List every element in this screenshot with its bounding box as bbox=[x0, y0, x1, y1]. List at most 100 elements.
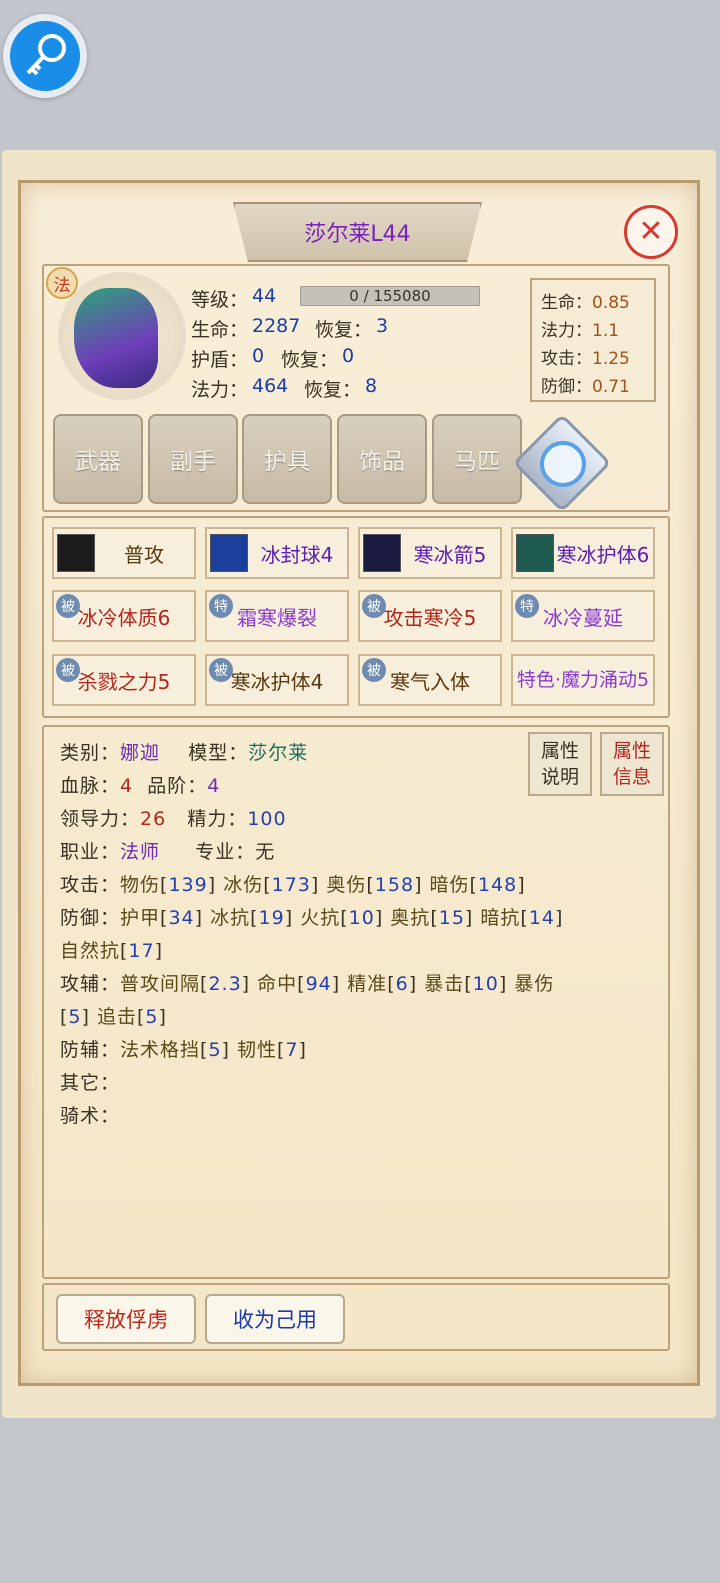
equip-slot-armor[interactable]: 护具 bbox=[242, 414, 332, 504]
attr-item: [5] bbox=[60, 1006, 90, 1028]
attr-item: 自然抗[17] bbox=[60, 940, 164, 962]
defense-line: 防御：护甲[34] 冰抗[19] 火抗[10] 奥抗[15] 暗抗[14] bbox=[60, 907, 564, 929]
floating-search-button[interactable] bbox=[3, 14, 87, 98]
growth-row: 生命：0.85 bbox=[541, 293, 630, 313]
attr-info-button[interactable]: 属性信息 bbox=[600, 732, 664, 796]
level-value: 44 bbox=[252, 285, 277, 307]
attr-item: 护甲[34] bbox=[120, 907, 204, 929]
attack-line: 攻击：物伤[139] 冰伤[173] 奥伤[158] 暗伤[148] bbox=[60, 874, 526, 896]
attr-item: 精准[6] bbox=[347, 973, 418, 995]
rank-emblem-center bbox=[540, 441, 586, 487]
attr-item: 韧性[7] bbox=[237, 1039, 307, 1061]
skill-slot[interactable]: 寒冰箭5 bbox=[358, 527, 502, 579]
attr-item: 冰伤[173] bbox=[223, 874, 320, 896]
skill-slot[interactable]: 被攻击寒冷5 bbox=[358, 590, 502, 642]
attr-item: 暗伤[148] bbox=[429, 874, 526, 896]
hp-regen-label: 恢复： bbox=[315, 319, 373, 341]
attr-item: 物伤[139] bbox=[120, 874, 217, 896]
skill-label: 霜寒爆裂 bbox=[237, 605, 317, 630]
magnifier-key-icon bbox=[26, 34, 66, 76]
equip-slot-offhand[interactable]: 副手 bbox=[148, 414, 238, 504]
defense-line-2: 自然抗[17] bbox=[60, 936, 163, 963]
skill-label: 寒冰护体6 bbox=[556, 542, 650, 567]
skill-slot[interactable]: 特色·魔力涌动5 bbox=[511, 654, 655, 706]
skill-slot[interactable]: 寒冰护体6 bbox=[511, 527, 655, 579]
attack-aux-line-2: [5] 追击[5] bbox=[60, 1002, 167, 1029]
skill-type-badge: 被 bbox=[56, 594, 80, 618]
attr-item: 普攻间隔[2.3] bbox=[120, 973, 251, 995]
skill-label: 普攻 bbox=[124, 542, 164, 567]
shield-label: 护盾： bbox=[191, 349, 249, 371]
attr-item: 奥抗[15] bbox=[390, 907, 474, 929]
skill-slot[interactable]: 被冰冷体质6 bbox=[52, 590, 196, 642]
skill-label: 特色·魔力涌动5 bbox=[516, 669, 650, 691]
riding-line: 骑术： bbox=[60, 1105, 121, 1127]
skill-slot[interactable]: 特霜寒爆裂 bbox=[205, 590, 349, 642]
skill-slot[interactable]: 被杀戮之力5 bbox=[52, 654, 196, 706]
growth-row: 攻击：1.25 bbox=[541, 349, 630, 369]
attr-item: 暴伤 bbox=[514, 973, 555, 995]
equip-slot-weapon[interactable]: 武器 bbox=[53, 414, 143, 504]
growth-row: 法力：1.1 bbox=[541, 321, 620, 341]
skill-slot[interactable]: 被寒气入体 bbox=[358, 654, 502, 706]
mp-regen-label: 恢复： bbox=[304, 379, 362, 401]
skill-label: 寒气入体 bbox=[390, 669, 470, 694]
skill-label: 冰封球4 bbox=[260, 542, 334, 567]
skill-label: 寒冰箭5 bbox=[413, 542, 487, 567]
defense-aux-line: 防辅：法术格挡[5] 韧性[7] bbox=[60, 1039, 307, 1061]
skill-type-badge: 被 bbox=[362, 658, 386, 682]
attr-item: 奥伤[158] bbox=[326, 874, 423, 896]
hp-value: 2287 bbox=[252, 315, 301, 337]
hp-regen-value: 3 bbox=[376, 315, 389, 337]
ice-armor-icon bbox=[516, 534, 554, 572]
other-line: 其它： bbox=[60, 1072, 121, 1094]
skill-label: 寒冰护体4 bbox=[230, 669, 324, 694]
skill-type-badge: 特 bbox=[515, 594, 539, 618]
recruit-button[interactable]: 收为己用 bbox=[205, 1294, 345, 1344]
skill-label: 杀戮之力5 bbox=[77, 669, 171, 694]
exp-bar: 0 / 155080 bbox=[300, 286, 480, 306]
skill-slot[interactable]: 被寒冰护体4 bbox=[205, 654, 349, 706]
attr-item: 追击[5] bbox=[96, 1006, 167, 1028]
skill-slot[interactable]: 特冰冷蔓延 bbox=[511, 590, 655, 642]
ice-arrow-icon bbox=[363, 534, 401, 572]
exp-text: 0 / 155080 bbox=[349, 287, 431, 305]
sword-icon bbox=[57, 534, 95, 572]
skill-type-badge: 被 bbox=[362, 594, 386, 618]
skill-label: 冰冷体质6 bbox=[77, 605, 171, 630]
mp-value: 464 bbox=[252, 375, 289, 397]
attack-aux-line: 攻辅：普攻间隔[2.3] 命中[94] 精准[6] 暴击[10] 暴伤 bbox=[60, 973, 555, 995]
shield-regen-value: 0 bbox=[342, 345, 355, 367]
shield-regen-label: 恢复： bbox=[281, 349, 339, 371]
skill-label: 攻击寒冷5 bbox=[383, 605, 477, 630]
attr-item: 命中[94] bbox=[257, 973, 341, 995]
attr-item: 法术格挡[5] bbox=[120, 1039, 230, 1061]
dim-overlay bbox=[0, 0, 720, 150]
type-model-line: 类别：娜迦 模型：莎尔莱 bbox=[60, 742, 309, 764]
release-prisoner-button[interactable]: 释放俘虏 bbox=[56, 1294, 196, 1344]
attr-item: 火抗[10] bbox=[300, 907, 384, 929]
skill-slot[interactable]: 普攻 bbox=[52, 527, 196, 579]
skill-type-badge: 特 bbox=[209, 594, 233, 618]
blood-grade-line: 血脉：4 品阶：4 bbox=[60, 775, 221, 797]
unit-title: 莎尔莱L44 bbox=[304, 222, 411, 247]
ice-orb-icon bbox=[210, 534, 248, 572]
level-label: 等级： bbox=[191, 289, 249, 311]
shield-value: 0 bbox=[252, 345, 265, 367]
attr-explain-button[interactable]: 属性说明 bbox=[528, 732, 592, 796]
attr-item: 暗抗[14] bbox=[480, 907, 564, 929]
naga-portrait[interactable] bbox=[74, 288, 158, 388]
equip-slot-accessory[interactable]: 饰品 bbox=[337, 414, 427, 504]
attr-item: 冰抗[19] bbox=[210, 907, 294, 929]
mp-regen-value: 8 bbox=[365, 375, 378, 397]
job-spec-line: 职业：法师 专业：无 bbox=[60, 841, 276, 863]
mp-label: 法力： bbox=[191, 379, 249, 401]
close-button[interactable]: ✕ bbox=[624, 205, 678, 259]
hp-label: 生命： bbox=[191, 319, 249, 341]
equip-slot-mount[interactable]: 马匹 bbox=[432, 414, 522, 504]
skill-slot[interactable]: 冰封球4 bbox=[205, 527, 349, 579]
growth-row: 防御：0.71 bbox=[541, 377, 630, 397]
close-icon: ✕ bbox=[638, 214, 664, 249]
skill-type-badge: 被 bbox=[56, 658, 80, 682]
lead-energy-line: 领导力：26 精力：100 bbox=[60, 808, 287, 830]
